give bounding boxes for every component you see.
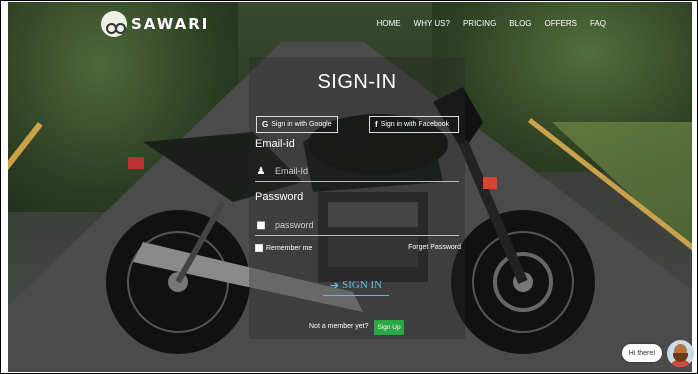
nav-item-blog[interactable]: BLOG	[509, 19, 531, 28]
signin-arrow-icon: ➜	[329, 279, 340, 292]
nav-item-why-us[interactable]: WHY US?	[414, 19, 450, 28]
browser-frame: SAWARI HOME WHY US? PRICING BLOG OFFERS …	[0, 0, 698, 374]
password-field-row: ■	[255, 215, 459, 236]
google-signin-button[interactable]: G Sign in with Google	[256, 116, 338, 133]
password-input[interactable]	[273, 219, 459, 231]
signin-button[interactable]: ➜ SIGN IN	[323, 275, 389, 296]
remember-me[interactable]: Remember me	[255, 244, 312, 252]
hero-background: SAWARI HOME WHY US? PRICING BLOG OFFERS …	[8, 2, 692, 372]
facebook-icon: f	[375, 120, 378, 129]
chat-avatar[interactable]	[667, 340, 694, 367]
facebook-signin-label: Sign in with Facebook	[380, 121, 450, 128]
facebook-signin-button[interactable]: f Sign in with Facebook	[369, 116, 459, 133]
forgot-password-link[interactable]: Forget Password	[408, 244, 461, 251]
signup-button[interactable]: Sign Up	[374, 320, 404, 335]
lock-icon: ■	[256, 219, 266, 231]
nav-item-offers[interactable]: OFFERS	[545, 19, 577, 28]
signin-panel: SIGN-IN G Sign in with Google f Sign in …	[249, 57, 465, 339]
google-signin-label: Sign in with Google	[271, 121, 332, 128]
email-field-row: ♟	[255, 161, 459, 182]
signin-button-label: SIGN IN	[342, 279, 383, 291]
chat-greeting-bubble[interactable]: Hi there!	[622, 344, 662, 362]
not-member-text: Not a member yet?	[309, 323, 369, 330]
nav-item-home[interactable]: HOME	[377, 19, 401, 28]
google-icon: G	[262, 120, 269, 129]
remember-checkbox[interactable]	[255, 244, 263, 252]
password-label: Password	[255, 191, 304, 203]
nav-item-pricing[interactable]: PRICING	[463, 19, 496, 28]
nav-item-faq[interactable]: FAQ	[590, 19, 606, 28]
brand-name: SAWARI	[131, 15, 210, 33]
nav-links: HOME WHY US? PRICING BLOG OFFERS FAQ	[377, 19, 692, 28]
email-input[interactable]	[273, 165, 459, 177]
signin-title: SIGN-IN	[317, 71, 397, 93]
user-icon: ♟	[256, 165, 266, 177]
email-label: Email-id	[255, 138, 295, 150]
top-navbar: SAWARI HOME WHY US? PRICING BLOG OFFERS …	[8, 2, 692, 46]
scooter-logo-icon	[101, 11, 127, 37]
brand-logo[interactable]: SAWARI	[101, 11, 209, 37]
remember-label: Remember me	[266, 244, 313, 252]
